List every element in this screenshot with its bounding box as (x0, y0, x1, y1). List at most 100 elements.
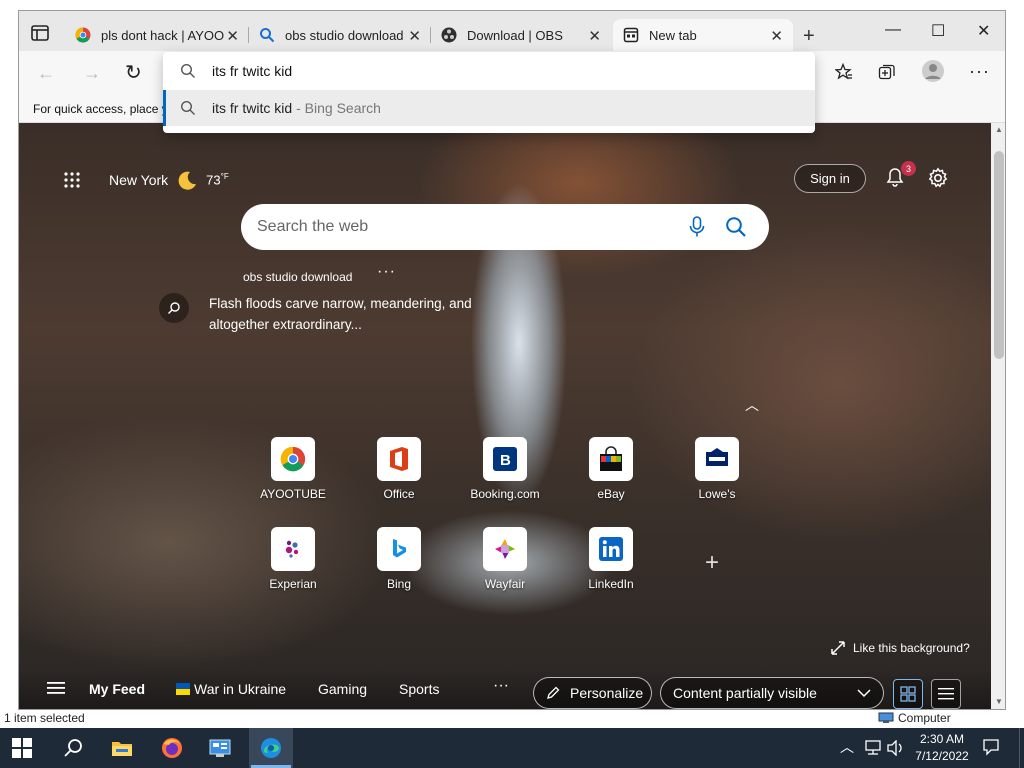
suggestion-bing-search[interactable]: its fr twitc kid - Bing Search (163, 90, 815, 126)
quick-link-experian[interactable]: Experian (251, 527, 335, 591)
content-visibility-dropdown[interactable]: Content partially visible (660, 677, 884, 709)
gear-icon[interactable] (927, 167, 949, 189)
search-icon[interactable] (62, 736, 86, 760)
tray-chevron-up-icon[interactable]: ︿ (840, 737, 854, 757)
quick-link-office[interactable]: Office (357, 437, 441, 501)
newtab-icon (623, 27, 639, 43)
tile-label: Wayfair (484, 577, 526, 591)
add-quick-link-plus-icon[interactable]: + (705, 549, 719, 577)
edge-icon[interactable] (259, 736, 283, 760)
sign-in-button[interactable]: Sign in (794, 164, 866, 193)
quick-link-booking[interactable]: B Booking.com (463, 437, 547, 501)
scroll-down-icon[interactable]: ▼ (995, 697, 1003, 706)
maximize-icon[interactable]: ☐ (931, 21, 945, 41)
address-input[interactable]: its fr twitc kid (212, 63, 292, 79)
feed-navigation-bar: My Feed War in Ukraine Gaming Sports ···… (19, 669, 991, 709)
search-icon (168, 302, 180, 314)
background-fact-text[interactable]: Flash floods carve narrow, meandering, a… (209, 293, 479, 335)
close-tab-icon[interactable]: ✕ (588, 27, 601, 45)
profile-avatar-icon[interactable] (921, 59, 945, 83)
collections-icon[interactable] (878, 63, 896, 81)
address-input-row[interactable]: its fr twitc kid (163, 52, 815, 90)
list-layout-button[interactable] (931, 679, 961, 709)
feed-tab-gaming[interactable]: Gaming (318, 681, 367, 697)
quick-link-lowes[interactable]: Lowe's (675, 437, 759, 501)
like-background-label: Like this background? (853, 641, 970, 655)
computer-icon (878, 712, 894, 723)
close-tab-icon[interactable]: ✕ (408, 27, 421, 45)
clock-date: 7/12/2022 (915, 749, 969, 763)
close-tab-icon[interactable]: ✕ (226, 27, 239, 45)
quick-link-bing[interactable]: Bing (357, 527, 441, 591)
minimize-icon[interactable]: — (885, 21, 901, 39)
windows-start-icon[interactable] (12, 738, 32, 758)
file-explorer-icon[interactable] (110, 736, 134, 760)
tile-label: AYOOTUBE (260, 487, 326, 501)
notification-center-icon[interactable] (982, 738, 1000, 756)
image-search-button[interactable] (159, 293, 189, 323)
page-scrollbar[interactable]: ▲ ▼ (991, 123, 1005, 709)
back-arrow-icon[interactable]: ← (37, 63, 55, 84)
close-tab-icon[interactable]: ✕ (770, 27, 783, 45)
status-selected-count: 1 item selected (4, 711, 85, 725)
new-tab-plus-icon[interactable]: + (803, 25, 815, 48)
tile-icon-box (589, 527, 633, 571)
trending-search-link[interactable]: obs studio download (243, 270, 352, 284)
web-search-box[interactable]: Search the web (241, 204, 769, 250)
suggestion-query: its fr twitc kid (212, 100, 293, 116)
taskbar-clock[interactable]: 2:30 AM 7/12/2022 (910, 731, 974, 765)
refresh-icon[interactable]: ↻ (125, 60, 142, 85)
search-submit-icon[interactable] (725, 216, 747, 238)
firefox-icon[interactable] (160, 736, 184, 760)
close-window-icon[interactable]: ✕ (977, 21, 990, 41)
chevron-down-icon (857, 689, 871, 698)
quick-link-wayfair[interactable]: Wayfair (463, 527, 547, 591)
like-background-button[interactable]: Like this background? (831, 641, 970, 655)
moon-icon (178, 171, 197, 190)
search-icon (180, 100, 195, 115)
notifications-button[interactable]: 3 (885, 161, 916, 192)
tab-new-tab[interactable]: New tab ✕ (613, 19, 793, 51)
expand-arrows-icon (831, 641, 845, 655)
chrome-icon (280, 446, 306, 472)
edge-browser-window: pls dont hack | AYOO ✕ obs studio downlo… (18, 10, 1006, 710)
clock-time: 2:30 AM (919, 732, 965, 746)
tile-label: Office (383, 487, 415, 501)
weather-widget[interactable]: New York 73°F (109, 169, 229, 191)
hamburger-menu-icon[interactable] (47, 681, 65, 695)
obs-icon (441, 27, 457, 43)
scrollbar-thumb[interactable] (994, 151, 1004, 359)
personalize-button[interactable]: Personalize (533, 677, 652, 709)
control-panel-icon[interactable] (208, 736, 232, 760)
feed-more-icon[interactable]: ··· (493, 677, 509, 695)
feed-tab-war-in-ukraine[interactable]: War in Ukraine (176, 681, 286, 697)
more-menu-icon[interactable]: ··· (969, 61, 990, 82)
forward-arrow-icon[interactable]: → (83, 63, 101, 84)
temp-unit: °F (220, 172, 229, 182)
tile-icon-box (377, 437, 421, 481)
feed-tab-my-feed[interactable]: My Feed (89, 681, 145, 697)
tab-obs-search[interactable]: obs studio download ✕ (249, 19, 431, 51)
trending-more-icon[interactable]: ··· (377, 263, 396, 281)
tab-obs-download[interactable]: Download | OBS ✕ (431, 19, 611, 51)
favorites-star-icon[interactable] (835, 63, 853, 81)
tile-label: eBay (597, 487, 625, 501)
tab-ayootube[interactable]: pls dont hack | AYOO ✕ (65, 19, 249, 51)
quick-link-ayootube[interactable]: AYOOTUBE (251, 437, 335, 501)
quick-link-ebay[interactable]: eBay (569, 437, 653, 501)
grid-layout-button[interactable] (893, 679, 923, 709)
tab-actions-icon[interactable] (31, 25, 49, 41)
search-placeholder[interactable]: Search the web (257, 218, 689, 236)
show-desktop-button[interactable] (1019, 728, 1024, 768)
app-launcher-icon[interactable] (63, 171, 81, 189)
personalize-label: Personalize (570, 685, 644, 701)
quick-link-linkedin[interactable]: LinkedIn (569, 527, 653, 591)
network-icon[interactable] (864, 740, 882, 756)
tab-label: pls dont hack | AYOO (101, 27, 225, 43)
microphone-icon[interactable] (689, 216, 705, 238)
collapse-chevron-icon[interactable]: ︿ (745, 395, 759, 415)
bing-icon (393, 539, 406, 558)
feed-tab-sports[interactable]: Sports (399, 681, 439, 697)
volume-icon[interactable] (887, 740, 905, 756)
scroll-up-icon[interactable]: ▲ (995, 125, 1003, 134)
